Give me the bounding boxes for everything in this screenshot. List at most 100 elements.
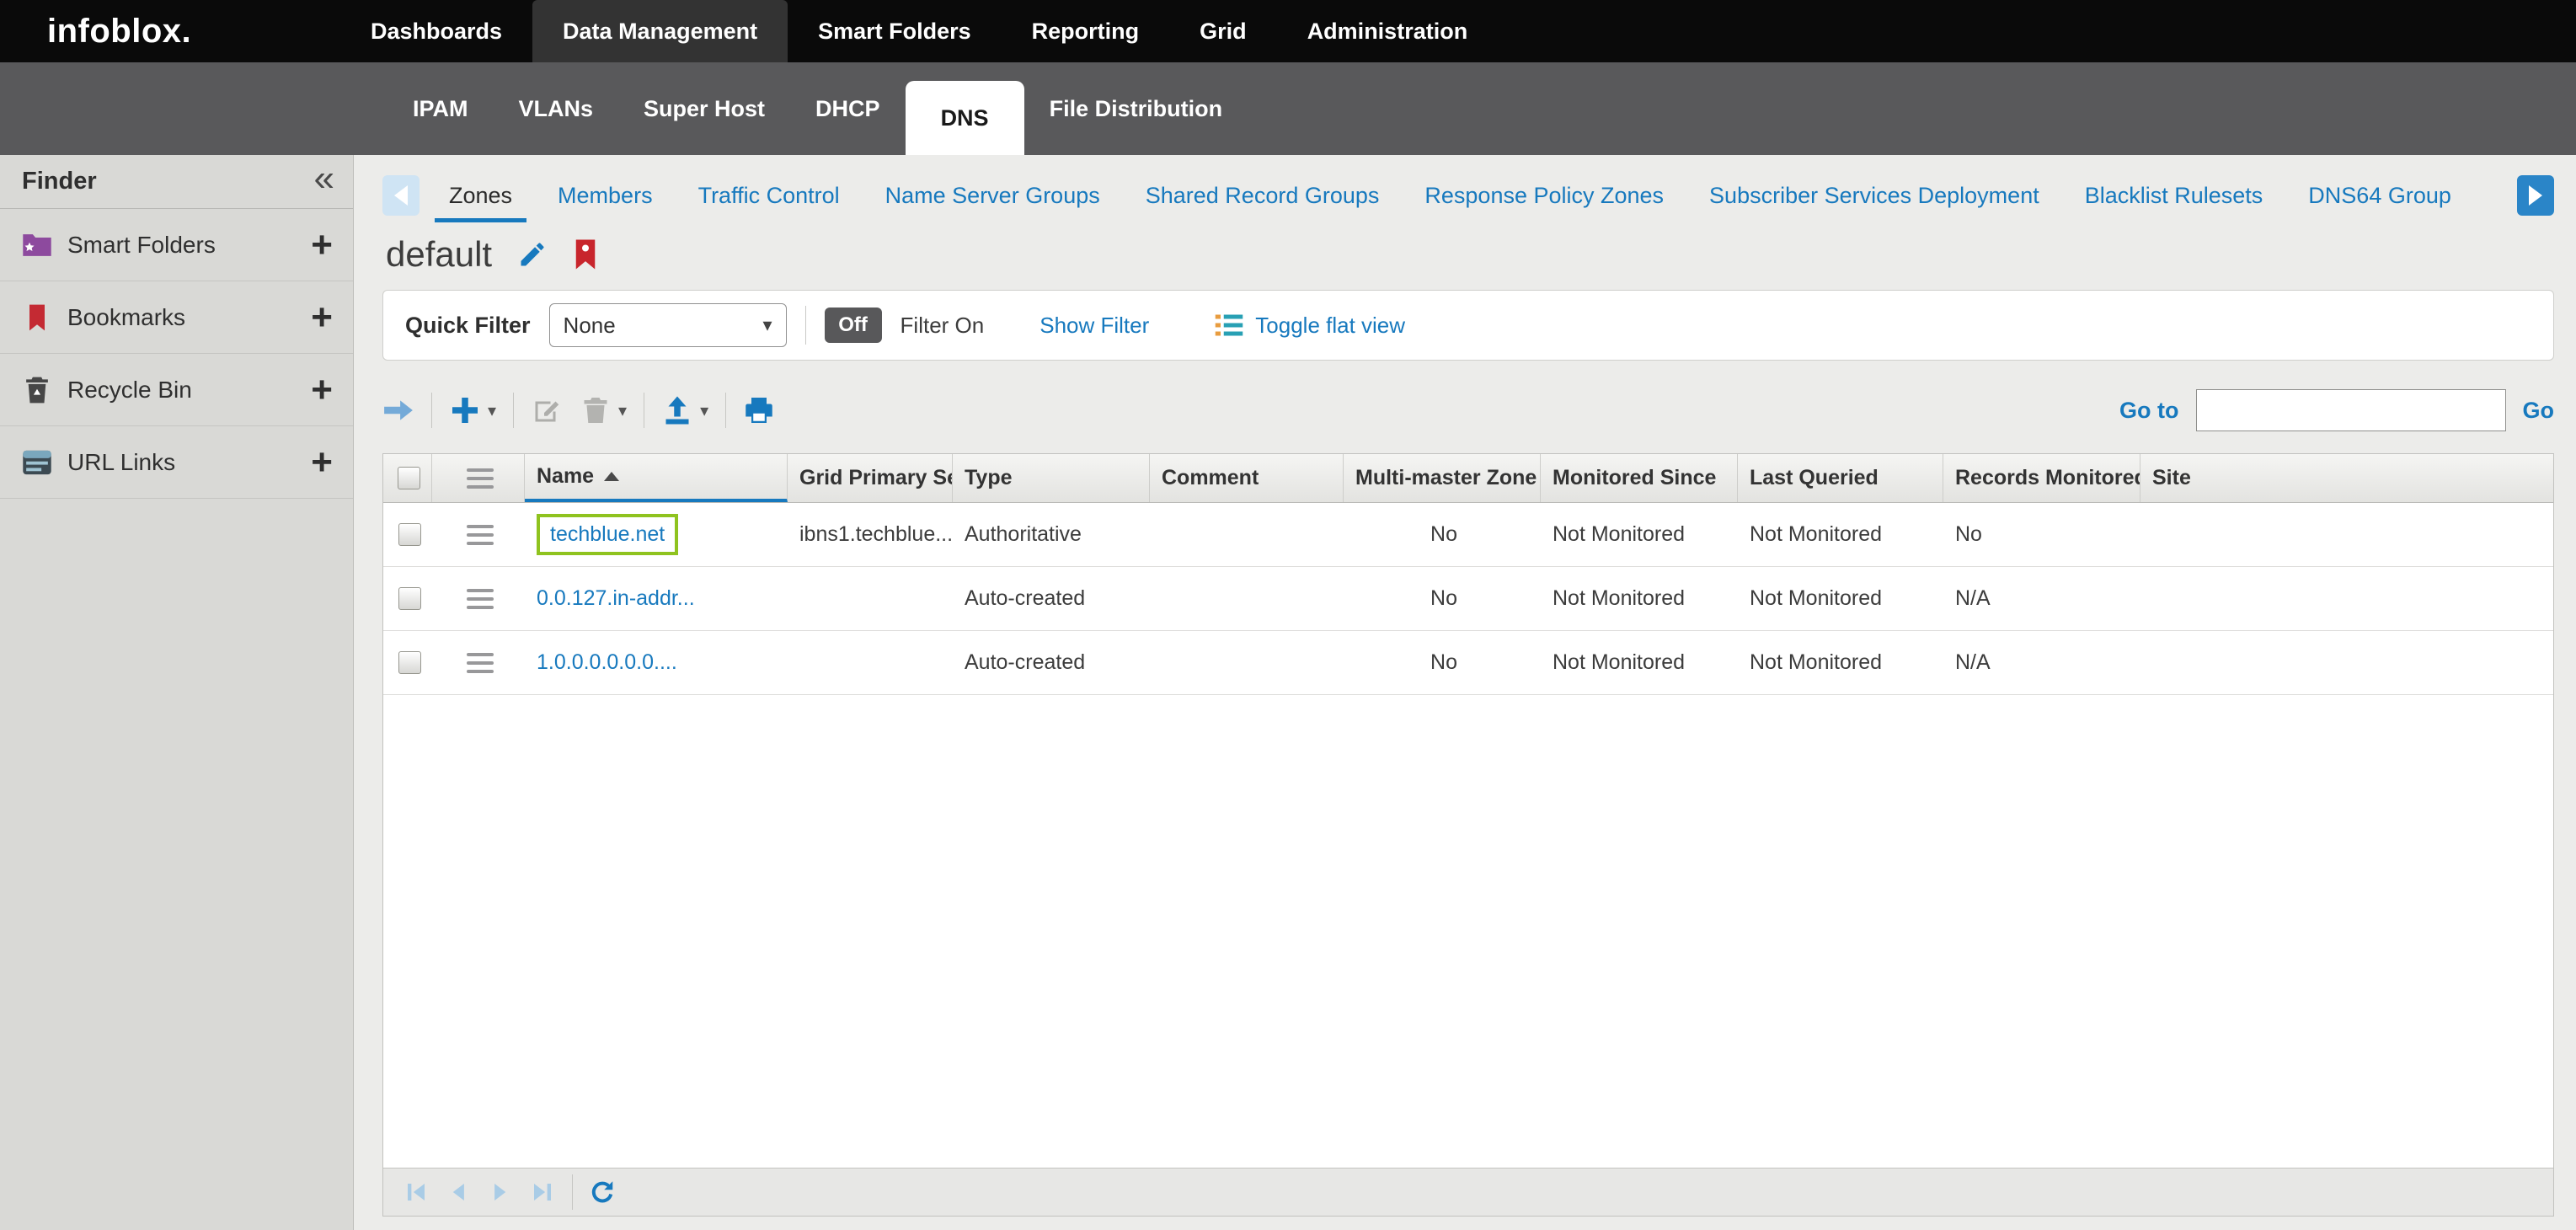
tab-shared-record-groups[interactable]: Shared Record Groups <box>1123 167 1403 224</box>
quick-filter-bar: Quick Filter None ▾ Off Filter On Show F… <box>382 290 2554 361</box>
tab-blacklist-rulesets[interactable]: Blacklist Rulesets <box>2062 167 2286 224</box>
add-bookmark-button[interactable]: + <box>311 299 333 336</box>
column-header-last-queried[interactable]: Last Queried <box>1738 454 1943 502</box>
show-filter-link[interactable]: Show Filter <box>1039 313 1149 339</box>
topnav-reporting[interactable]: Reporting <box>1002 0 1170 62</box>
add-recycle-bin-button[interactable]: + <box>311 372 333 409</box>
content-panel: Zones Members Traffic Control Name Serve… <box>354 155 2576 1230</box>
title-row: default <box>382 224 2554 285</box>
edit-pencil-icon[interactable] <box>517 239 548 270</box>
cell-records-monitored: N/A <box>1943 650 2140 675</box>
topnav-dashboards[interactable]: Dashboards <box>340 0 532 62</box>
tab-subscriber-services-deployment[interactable]: Subscriber Services Deployment <box>1686 167 2062 224</box>
hamburger-menu-icon[interactable] <box>467 468 494 489</box>
topnav-grid[interactable]: Grid <box>1169 0 1277 62</box>
select-all-checkbox[interactable] <box>398 467 420 489</box>
triangle-left-icon <box>394 185 408 206</box>
add-button[interactable]: ▾ <box>449 395 496 425</box>
subnav-ipam[interactable]: IPAM <box>387 96 494 122</box>
topnav-administration[interactable]: Administration <box>1277 0 1499 62</box>
column-header-monitored-since[interactable]: Monitored Since <box>1541 454 1738 502</box>
edit-button[interactable] <box>531 395 563 425</box>
add-url-link-button[interactable]: + <box>311 444 333 481</box>
tab-scroll-left-button[interactable] <box>382 175 420 216</box>
table-row: 0.0.127.in-addr... Auto-created No Not M… <box>383 567 2553 631</box>
print-button[interactable] <box>743 395 775 425</box>
row-checkbox[interactable] <box>398 651 421 674</box>
tab-zones[interactable]: Zones <box>426 167 535 224</box>
collapse-sidebar-icon[interactable]: « <box>314 160 334 197</box>
tab-traffic-control[interactable]: Traffic Control <box>676 167 863 224</box>
column-header-records-monitored[interactable]: Records Monitored <box>1943 454 2140 502</box>
tabs: Zones Members Traffic Control Name Serve… <box>426 167 2510 224</box>
row-checkbox[interactable] <box>398 587 421 610</box>
topnav-items: Dashboards Data Management Smart Folders… <box>340 0 1498 62</box>
open-arrow-icon[interactable] <box>382 395 414 425</box>
hamburger-menu-icon[interactable] <box>467 524 494 546</box>
topnav-data-management[interactable]: Data Management <box>532 0 788 62</box>
row-checkbox[interactable] <box>398 523 421 546</box>
tab-dns64-group[interactable]: DNS64 Group <box>2285 167 2474 224</box>
zone-name-link[interactable]: techblue.net <box>550 522 665 546</box>
export-button[interactable]: ▾ <box>661 395 708 425</box>
hamburger-menu-icon[interactable] <box>467 652 494 674</box>
row-menu-cell <box>432 588 525 610</box>
subnav-dhcp[interactable]: DHCP <box>790 96 906 122</box>
finder-header: Finder « <box>0 155 353 209</box>
first-page-button[interactable] <box>404 1179 429 1205</box>
cell-type: Authoritative <box>953 522 1150 547</box>
column-header-comment[interactable]: Comment <box>1150 454 1344 502</box>
topnav-smart-folders[interactable]: Smart Folders <box>788 0 1002 62</box>
flat-view-icon <box>1215 313 1243 338</box>
infoblox-app: infoblox. Dashboards Data Management Sma… <box>0 0 2576 1230</box>
caret-down-icon: ▾ <box>700 400 708 421</box>
bookmark-icon <box>22 303 52 332</box>
table-toolbar: ▾ ▾ ▾ Go <box>382 381 2554 440</box>
bookmark-flag-icon[interactable] <box>573 239 598 270</box>
refresh-button[interactable] <box>590 1179 615 1205</box>
tab-scroll-right-button[interactable] <box>2517 175 2554 216</box>
goto-input[interactable] <box>2196 389 2506 431</box>
subnav-file-distribution[interactable]: File Distribution <box>1024 96 1248 122</box>
add-smart-folder-button[interactable]: + <box>311 227 333 264</box>
table-empty-area <box>383 695 2553 1168</box>
go-button[interactable]: Go <box>2523 398 2555 424</box>
zones-table: Name Grid Primary Se... Type Comment Mul… <box>382 453 2554 1168</box>
sidebar-item-recycle-bin[interactable]: Recycle Bin + <box>0 354 353 426</box>
sub-navigation: IPAM VLANs Super Host DHCP DNS File Dist… <box>0 62 2576 155</box>
sidebar-item-url-links[interactable]: URL Links + <box>0 426 353 499</box>
filter-toggle-badge[interactable]: Off <box>825 308 882 343</box>
zone-name-link[interactable]: 0.0.127.in-addr... <box>537 586 695 610</box>
zone-name-link[interactable]: 1.0.0.0.0.0.0.... <box>537 650 677 674</box>
previous-page-button[interactable] <box>446 1179 471 1205</box>
url-links-icon <box>22 448 52 477</box>
tab-response-policy-zones[interactable]: Response Policy Zones <box>1402 167 1686 224</box>
row-checkbox-cell <box>383 523 432 546</box>
finder-sidebar: Finder « Smart Folders + Bookmarks + <box>0 155 354 1230</box>
sidebar-item-smart-folders[interactable]: Smart Folders + <box>0 209 353 281</box>
column-header-type[interactable]: Type <box>953 454 1150 502</box>
subnav-super-host[interactable]: Super Host <box>618 96 790 122</box>
toggle-flat-view-link[interactable]: Toggle flat view <box>1215 313 1405 339</box>
toggle-flat-view-label: Toggle flat view <box>1255 313 1405 339</box>
hamburger-menu-icon[interactable] <box>467 588 494 610</box>
quick-filter-select[interactable]: None ▾ <box>549 303 787 347</box>
last-page-button[interactable] <box>530 1179 555 1205</box>
column-header-multi-master-zone[interactable]: Multi-master Zone <box>1344 454 1541 502</box>
quick-filter-label: Quick Filter <box>405 313 531 339</box>
delete-button[interactable]: ▾ <box>580 395 627 425</box>
caret-down-icon: ▾ <box>488 400 496 421</box>
subnav-vlans[interactable]: VLANs <box>494 96 619 122</box>
subnav-dns[interactable]: DNS <box>906 81 1024 155</box>
tab-members[interactable]: Members <box>535 167 676 224</box>
smart-folders-icon <box>22 231 52 259</box>
cell-grid-primary-server: ibns1.techblue.... <box>788 522 953 547</box>
column-header-name[interactable]: Name <box>525 454 788 502</box>
next-page-button[interactable] <box>488 1179 513 1205</box>
divider <box>572 1174 573 1210</box>
column-header-site[interactable]: Site <box>2140 454 2553 502</box>
column-header-grid-primary-server[interactable]: Grid Primary Se... <box>788 454 953 502</box>
sidebar-item-bookmarks[interactable]: Bookmarks + <box>0 281 353 354</box>
sidebar-item-label: Bookmarks <box>67 304 296 331</box>
tab-name-server-groups[interactable]: Name Server Groups <box>863 167 1123 224</box>
